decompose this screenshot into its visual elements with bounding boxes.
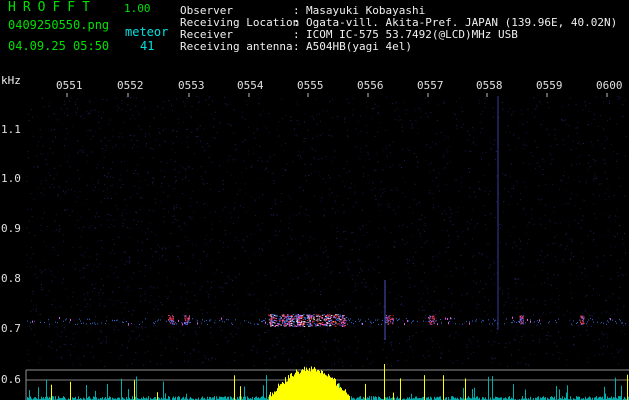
time-tick: 0552 <box>117 79 144 92</box>
spectrogram <box>25 93 629 400</box>
noise-layer <box>26 93 627 367</box>
freq-tick: 0.6 <box>1 373 21 386</box>
time-tick: 0600 <box>596 79 623 92</box>
time-tick: 0556 <box>357 79 384 92</box>
time-tick: 0555 <box>297 79 324 92</box>
time-tick: 0554 <box>237 79 264 92</box>
time-tick: 0558 <box>476 79 503 92</box>
time-tick: 0551 <box>56 79 83 92</box>
freq-tick: 1.0 <box>1 172 21 185</box>
unit-label: kHz <box>1 74 21 87</box>
hrofft-window: HROFFT 1.00 0409250550.png 04.09.25 05:5… <box>0 0 629 400</box>
carrier-trace <box>27 314 626 327</box>
signal-meter <box>25 364 629 400</box>
time-tick: 0559 <box>536 79 563 92</box>
time-tick: 0557 <box>417 79 444 92</box>
freq-tick: 0.8 <box>1 272 21 285</box>
freq-tick: 0.9 <box>1 222 21 235</box>
freq-tick: 1.1 <box>1 123 21 136</box>
time-tick: 0553 <box>178 79 205 92</box>
freq-tick: 0.7 <box>1 322 21 335</box>
